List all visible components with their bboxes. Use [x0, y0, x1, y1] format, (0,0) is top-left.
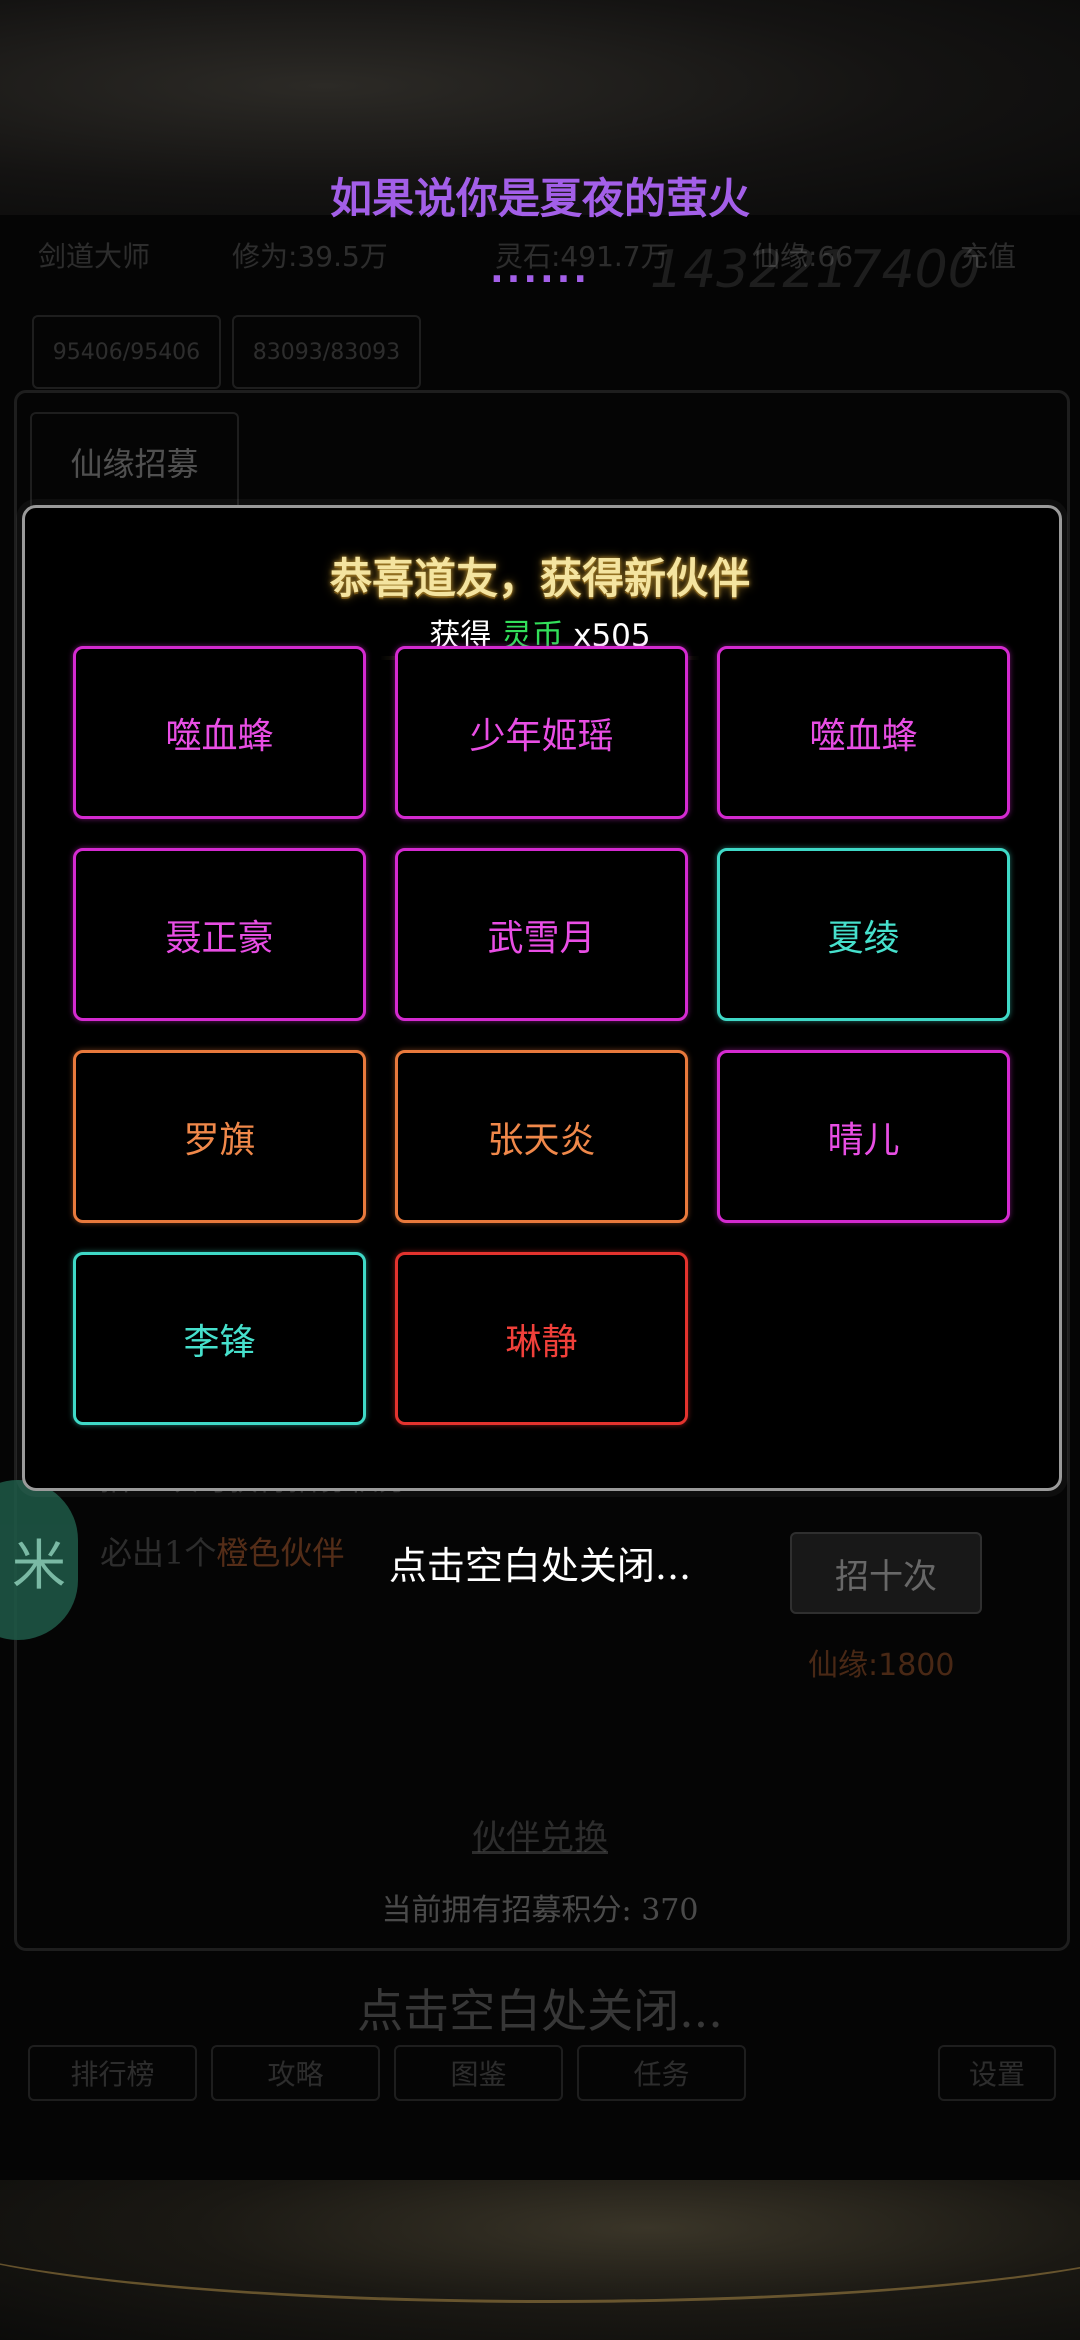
partner-card[interactable]: 张天炎 [395, 1050, 688, 1223]
mp-stat: 83093/83093 [232, 315, 421, 389]
partner-card[interactable]: 罗旗 [73, 1050, 366, 1223]
partner-card[interactable]: 李锋 [73, 1252, 366, 1425]
partner-card[interactable]: 琳静 [395, 1252, 688, 1425]
partner-name: 聂正豪 [165, 917, 274, 959]
close-hint[interactable]: 点击空白处关闭... [0, 1535, 1080, 1590]
partner-name: 罗旗 [183, 1119, 256, 1161]
nav-rankings[interactable]: 排行榜 [28, 2045, 197, 2101]
partner-card[interactable]: 噬血蜂 [73, 646, 366, 819]
partner-name: 张天炎 [487, 1119, 596, 1161]
partner-card[interactable]: 少年姬瑶 [395, 646, 688, 819]
partner-card[interactable]: 聂正豪 [73, 848, 366, 1021]
nav-codex[interactable]: 图鉴 [394, 2045, 563, 2101]
nav-tasks[interactable]: 任务 [577, 2045, 746, 2101]
tab-xianyuan-recruit[interactable]: 仙缘招募 [30, 412, 239, 511]
partner-name: 少年姬瑶 [469, 715, 614, 757]
partner-card[interactable]: 噬血蜂 [717, 646, 1010, 819]
partner-name: 夏绫 [827, 917, 900, 959]
partner-card[interactable]: 晴儿 [717, 1050, 1010, 1223]
nav-settings[interactable]: 设置 [938, 2045, 1056, 2101]
background-art-bottom [0, 2180, 1080, 2340]
partner-name: 武雪月 [487, 917, 596, 959]
song-lyric: 如果说你是夏夜的萤火 [329, 174, 750, 223]
partner-exchange-link[interactable]: 伙伴兑换 [0, 1810, 1080, 1859]
partner-name: 噬血蜂 [809, 715, 918, 757]
hp-stat: 95406/95406 [32, 315, 221, 389]
partner-card[interactable]: 武雪月 [395, 848, 688, 1021]
recruit-points-text: 当前拥有招募积分: 370 [381, 1893, 699, 1928]
recruit-ten-cost: 仙缘:1800 [808, 1648, 955, 1683]
song-lyric-continuation: ...... [489, 250, 591, 291]
partner-name: 李锋 [183, 1321, 256, 1363]
nav-guide[interactable]: 攻略 [211, 2045, 380, 2101]
bottom-nav: 排行榜 攻略 图鉴 任务 设置 [28, 2045, 1056, 2101]
partner-name: 晴儿 [827, 1119, 900, 1161]
background-close-hint: 点击空白处关闭... [357, 1984, 723, 2038]
partner-card[interactable]: 夏绫 [717, 848, 1010, 1021]
partner-name: 琳静 [505, 1321, 578, 1363]
modal-title: 恭喜道友，获得新伙伴 [329, 554, 750, 603]
partner-name: 噬血蜂 [165, 715, 274, 757]
